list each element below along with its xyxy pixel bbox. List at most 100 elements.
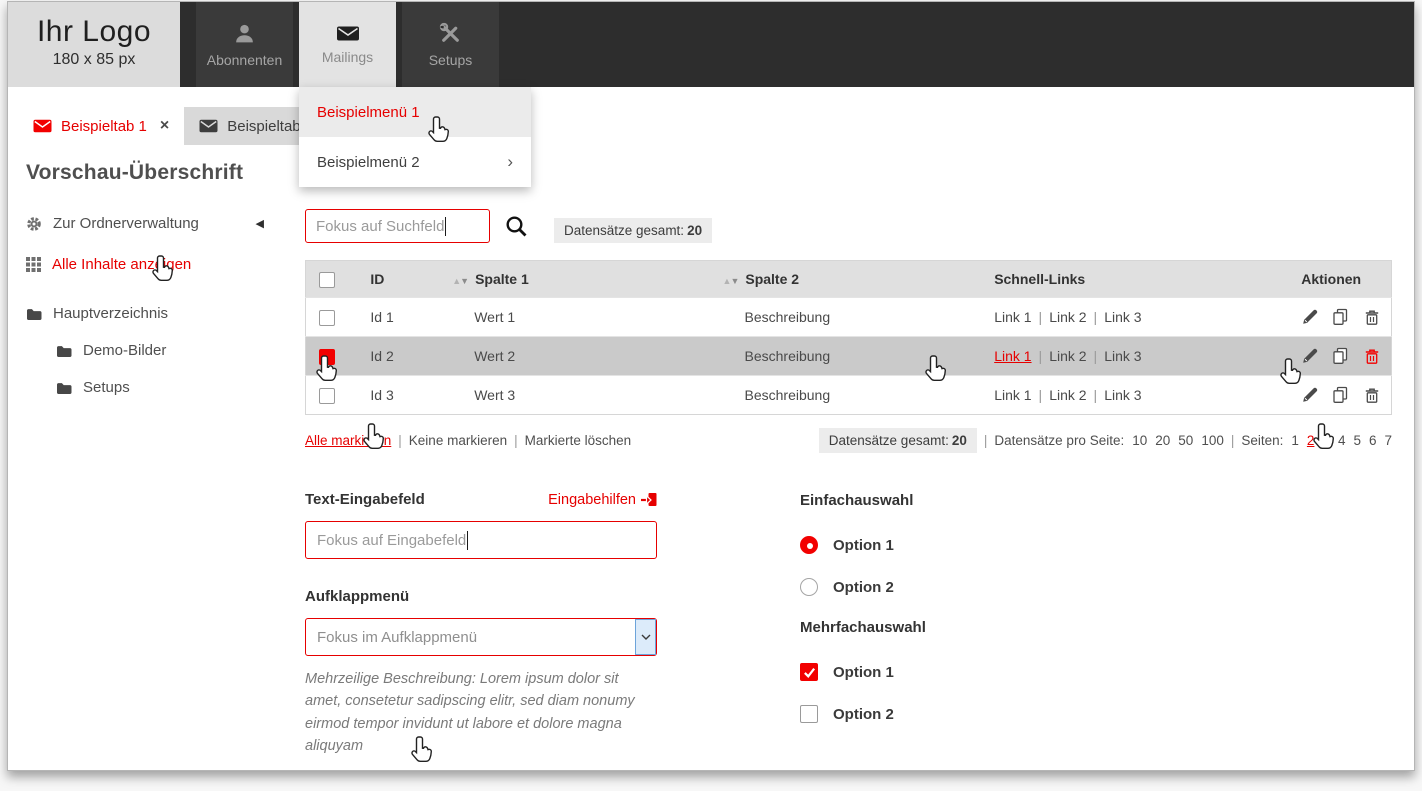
checkbox-unchecked[interactable] bbox=[800, 705, 818, 723]
helper-link-label: Eingabehilfen bbox=[548, 492, 636, 508]
folder-icon bbox=[56, 344, 72, 357]
radio-option-2[interactable]: Option 2 bbox=[800, 577, 926, 597]
logo: Ihr Logo 180 x 85 px bbox=[8, 2, 180, 87]
sidebar-item-alle-inhalte[interactable]: Alle Inhalte anzeigen bbox=[26, 256, 264, 273]
chevron-down-icon bbox=[641, 634, 651, 640]
menu-item-beispielmenu-2[interactable]: Beispielmenü 2 › bbox=[299, 137, 531, 187]
table-row[interactable]: Id 1 Wert 1 Beschreibung Link 1|Link 2|L… bbox=[306, 298, 1392, 337]
cell-spalte1: Wert 1 bbox=[440, 298, 710, 337]
sidebar-item-ordnerverwaltung[interactable]: Zur Ordnerverwaltung ◀ bbox=[26, 215, 264, 232]
tab-beispieltab-1[interactable]: Beispieltab 1 × bbox=[18, 107, 184, 145]
column-header-spalte2[interactable]: ▲▼Spalte 2 bbox=[711, 261, 993, 298]
page-number[interactable]: 6 bbox=[1369, 433, 1377, 448]
search-icon[interactable] bbox=[505, 215, 528, 238]
edit-icon[interactable] bbox=[1301, 308, 1319, 326]
copy-icon[interactable] bbox=[1332, 386, 1350, 404]
data-table: ID ▲▼Spalte 1 ▲▼Spalte 2 Schnell-Links A… bbox=[305, 260, 1392, 415]
menu-item-beispielmenu-1[interactable]: Beispielmenü 1 bbox=[299, 87, 531, 137]
delete-icon-hovered[interactable] bbox=[1363, 347, 1381, 365]
per-page-option[interactable]: 100 bbox=[1201, 433, 1224, 448]
table-row-selected[interactable]: Id 2 Wert 2 Beschreibung Link 1|Link 2|L… bbox=[306, 337, 1392, 376]
logo-subtitle: 180 x 85 px bbox=[8, 51, 180, 69]
checkbox-option-1[interactable]: Option 1 bbox=[800, 662, 926, 682]
text-input[interactable]: Fokus auf Eingabefeld bbox=[305, 521, 657, 559]
text-caret bbox=[467, 531, 468, 550]
column-header-links: Schnell-Links bbox=[992, 261, 1299, 298]
delete-icon[interactable] bbox=[1363, 386, 1381, 404]
tab-label: Beispieltab 1 bbox=[61, 118, 147, 135]
quick-link-hovered[interactable]: Link 1 bbox=[994, 348, 1031, 364]
nav-item-abonnenten[interactable]: Abonnenten bbox=[196, 2, 293, 87]
table-row[interactable]: Id 3 Wert 3 Beschreibung Link 1|Link 2|L… bbox=[306, 376, 1392, 415]
sort-arrows-icon[interactable]: ▲▼ bbox=[452, 276, 468, 286]
checkbox-option-2[interactable]: Option 2 bbox=[800, 704, 926, 724]
dropdown-select[interactable]: Fokus im Aufklappmenü bbox=[305, 618, 657, 656]
sort-arrows-icon[interactable]: ▲▼ bbox=[723, 276, 739, 286]
separator: | bbox=[398, 433, 402, 448]
row-checkbox[interactable] bbox=[319, 388, 335, 404]
cell-quick-links: Link 1|Link 2|Link 3 bbox=[992, 376, 1299, 415]
column-header-id[interactable]: ID bbox=[358, 261, 440, 298]
folder-icon bbox=[26, 307, 42, 320]
select-all-checkbox[interactable] bbox=[319, 272, 335, 288]
copy-icon[interactable] bbox=[1332, 347, 1350, 365]
quick-link[interactable]: Link 2 bbox=[1049, 348, 1086, 364]
topbar: Ihr Logo 180 x 85 px Abonnenten Mailings bbox=[8, 2, 1414, 87]
input-helper-link[interactable]: Eingabehilfen bbox=[548, 492, 657, 508]
pagination: Datensätze gesamt:20 | Datensätze pro Se… bbox=[819, 428, 1392, 453]
quick-link[interactable]: Link 2 bbox=[1049, 309, 1086, 325]
per-page-option[interactable]: 50 bbox=[1178, 433, 1193, 448]
search-input[interactable]: Fokus auf Suchfeld bbox=[305, 209, 490, 243]
copy-icon[interactable] bbox=[1332, 308, 1350, 326]
nav-label: Setups bbox=[429, 52, 473, 68]
page-number[interactable]: 3 bbox=[1322, 433, 1330, 448]
record-count-value: 20 bbox=[952, 433, 967, 448]
delete-icon[interactable] bbox=[1363, 308, 1381, 326]
radio-option-1[interactable]: Option 1 bbox=[800, 535, 926, 555]
edit-icon[interactable] bbox=[1301, 386, 1319, 404]
select-none-link[interactable]: Keine markieren bbox=[409, 433, 507, 448]
per-page-option[interactable]: 20 bbox=[1155, 433, 1170, 448]
tab-bar: Beispieltab 1 × Beispieltab 2 bbox=[8, 87, 1414, 145]
column-header-spalte1[interactable]: ▲▼Spalte 1 bbox=[440, 261, 710, 298]
quick-link[interactable]: Link 1 bbox=[994, 387, 1031, 403]
select-all-link[interactable]: Alle markieren bbox=[305, 433, 391, 448]
per-page-option[interactable]: 10 bbox=[1132, 433, 1147, 448]
text-caret bbox=[445, 217, 446, 236]
page-number[interactable]: 1 bbox=[1291, 433, 1299, 448]
tree-item-hauptverzeichnis[interactable]: Hauptverzeichnis bbox=[26, 305, 295, 322]
record-count-label: Datensätze gesamt: bbox=[829, 433, 949, 448]
cell-spalte1: Wert 3 bbox=[440, 376, 710, 415]
tree-item-demo-bilder[interactable]: Demo-Bilder bbox=[56, 342, 295, 359]
column-header-aktionen: Aktionen bbox=[1299, 261, 1391, 298]
nav-item-mailings[interactable]: Mailings bbox=[299, 2, 396, 87]
tree-item-label: Demo-Bilder bbox=[83, 342, 166, 359]
submenu-chevron-icon: › bbox=[507, 152, 513, 172]
quick-link[interactable]: Link 1 bbox=[994, 309, 1031, 325]
search-placeholder: Fokus auf Suchfeld bbox=[316, 218, 444, 235]
quick-link[interactable]: Link 3 bbox=[1104, 387, 1141, 403]
radio-selected[interactable] bbox=[800, 536, 818, 554]
quick-link[interactable]: Link 2 bbox=[1049, 387, 1086, 403]
insert-arrow-icon bbox=[641, 492, 657, 508]
quick-link[interactable]: Link 3 bbox=[1104, 348, 1141, 364]
edit-icon[interactable] bbox=[1301, 347, 1319, 365]
nav-item-setups[interactable]: Setups bbox=[402, 2, 499, 87]
page-number[interactable]: 5 bbox=[1353, 433, 1361, 448]
delete-marked-link[interactable]: Markierte löschen bbox=[525, 433, 632, 448]
select-arrow-button[interactable] bbox=[635, 619, 656, 655]
quick-link[interactable]: Link 3 bbox=[1104, 309, 1141, 325]
checkbox-checked[interactable] bbox=[800, 663, 818, 681]
page-number[interactable]: 7 bbox=[1384, 433, 1392, 448]
row-checkbox[interactable] bbox=[319, 310, 335, 326]
page-number[interactable]: 4 bbox=[1338, 433, 1346, 448]
close-icon[interactable]: × bbox=[160, 117, 169, 135]
menu-item-label: Beispielmenü 2 bbox=[317, 154, 420, 171]
radio-unselected[interactable] bbox=[800, 578, 818, 596]
page-number-active[interactable]: 2 bbox=[1307, 433, 1315, 448]
nav-label: Abonnenten bbox=[207, 52, 283, 68]
row-checkbox-checked[interactable] bbox=[319, 349, 335, 365]
tree-item-setups[interactable]: Setups bbox=[56, 379, 295, 396]
collapse-arrow-icon[interactable]: ◀ bbox=[256, 217, 264, 230]
separator: | bbox=[1094, 387, 1098, 403]
